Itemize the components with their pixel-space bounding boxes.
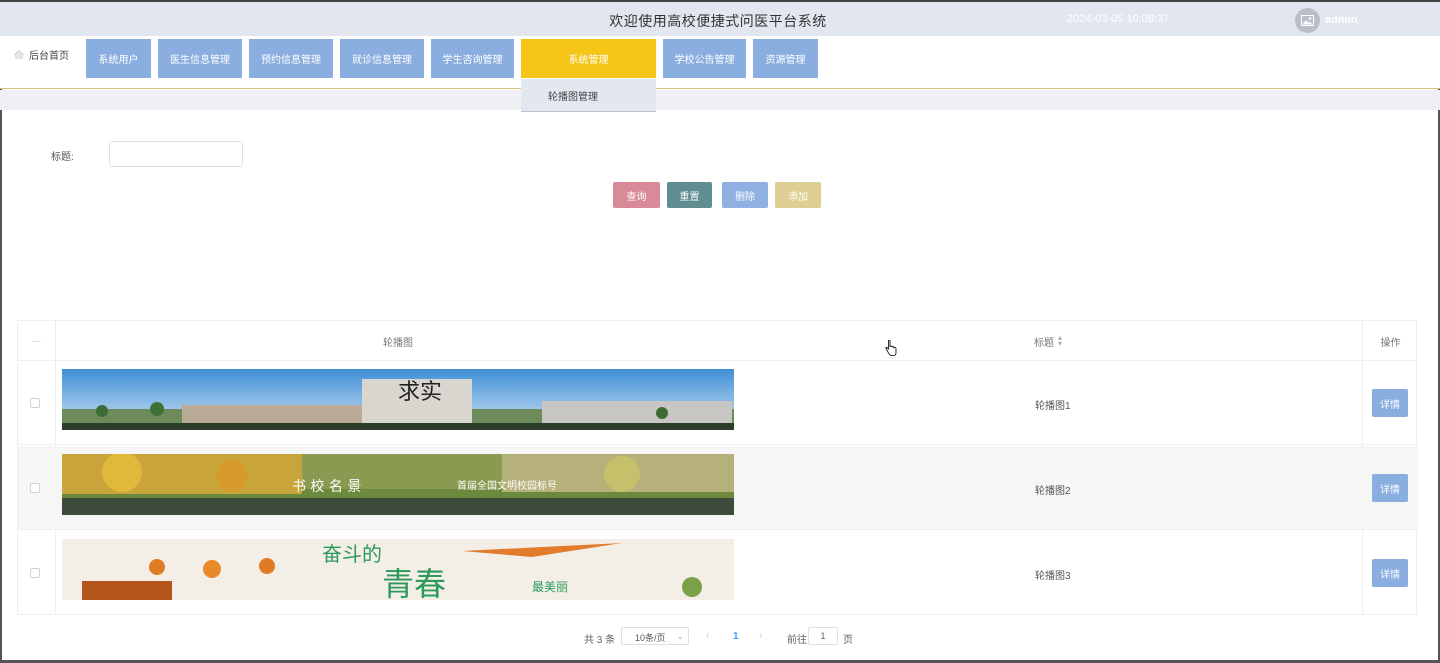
title-filter-label: 标题: [51,152,74,163]
chevron-down-icon: ⌄ [676,631,684,641]
home-label: 后台首页 [29,51,69,62]
dropdown-item-carousel-management[interactable]: 轮播图管理 [521,79,656,112]
pagination-total: 共 3 条 [584,635,616,646]
username-label[interactable]: admin [1325,14,1357,26]
banner-3-text: 奋斗的 [322,542,382,566]
banner-3-text-2: 青春 [382,565,446,600]
query-button[interactable]: 查询 [613,182,660,208]
system-title: 欢迎使用高校便捷式问医平台系统 [609,13,827,29]
table-row: 书 校 名 景 首届全国文明校园标号 轮播图2 详情 [18,446,1418,530]
add-button[interactable]: 添加 [775,182,821,208]
delete-button[interactable]: 删除 [722,182,768,208]
row-checkbox[interactable] [30,398,40,408]
table-row: 奋斗的 青春 最美丽 轮播图3 详情 [18,531,1418,615]
detail-button[interactable]: 详情 [1372,389,1408,417]
nav-system-management[interactable]: 系统管理 [521,39,656,78]
hand-cursor-icon [885,340,897,356]
column-header-action: 操作 [1380,337,1401,349]
goto-page-input[interactable]: 1 [808,627,838,645]
page-size-select[interactable]: 10条/页 ⌄ [621,627,689,645]
top-header: 欢迎使用高校便捷式问医平台系统 2024-03-05 10:08:37 admi… [0,0,1440,36]
nav-school-notice[interactable]: 学校公告管理 [663,39,746,78]
next-page-icon[interactable]: › [759,630,762,641]
datetime-display: 2024-03-05 10:08:37 [1067,13,1170,25]
row-checkbox[interactable] [30,483,40,493]
goto-label: 前往 [787,635,807,646]
select-all-checkbox[interactable] [32,340,41,342]
title-filter-input[interactable] [109,141,243,167]
banner-2-subtext: 首届全国文明校园标号 [457,479,557,492]
nav-system-users[interactable]: 系统用户 [86,39,151,78]
page-unit-label: 页 [843,635,853,646]
carousel-image-2: 书 校 名 景 首届全国文明校园标号 [62,454,734,515]
current-page-number[interactable]: 1 [733,631,739,642]
main-navigation: 后台首页 系统用户 医生信息管理 预约信息管理 就诊信息管理 学生咨询管理 系统… [0,36,1440,89]
detail-button[interactable]: 详情 [1372,559,1408,587]
column-header-image: 轮播图 [383,337,413,349]
select-all-cell[interactable] [18,321,55,361]
row-title: 轮播图3 [1035,571,1071,582]
column-header-title-label: 标题 [1033,337,1054,349]
nav-visit-info[interactable]: 就诊信息管理 [340,39,424,78]
nav-student-consult[interactable]: 学生咨询管理 [431,39,514,78]
nav-doctor-info[interactable]: 医生信息管理 [158,39,242,78]
home-icon [14,50,24,59]
nav-appointment-info[interactable]: 预约信息管理 [249,39,333,78]
row-title: 轮播图1 [1035,401,1071,412]
column-header-title[interactable]: 标题 ▴ ▾ [1018,321,1078,361]
image-icon [1301,15,1314,26]
carousel-image-3: 奋斗的 青春 最美丽 [62,539,734,600]
row-title: 轮播图2 [1035,486,1071,497]
row-checkbox[interactable] [30,568,40,578]
banner-2-text: 书 校 名 景 [292,478,361,495]
sort-icon[interactable]: ▴ ▾ [1058,334,1062,348]
banner-3-text-3: 最美丽 [532,580,568,594]
home-link[interactable]: 后台首页 [14,47,69,62]
banner-1-text: 求实 [398,380,442,405]
nav-resources[interactable]: 资源管理 [753,39,818,78]
prev-page-icon[interactable]: ‹ [706,630,709,641]
reset-button[interactable]: 重置 [667,182,712,208]
carousel-table: 轮播图 标题 ▴ ▾ 操作 求实 轮播图1 详情 书 校 名 景 首届全国文明校… [17,320,1418,615]
avatar[interactable] [1295,8,1320,33]
content-top-strip [0,90,1440,110]
table-header: 轮播图 标题 ▴ ▾ 操作 [18,321,1418,361]
page-size-value: 10条/页 [635,633,666,643]
carousel-image-1: 求实 [62,369,734,430]
table-row: 求实 轮播图1 详情 [18,361,1418,445]
detail-button[interactable]: 详情 [1372,474,1408,502]
